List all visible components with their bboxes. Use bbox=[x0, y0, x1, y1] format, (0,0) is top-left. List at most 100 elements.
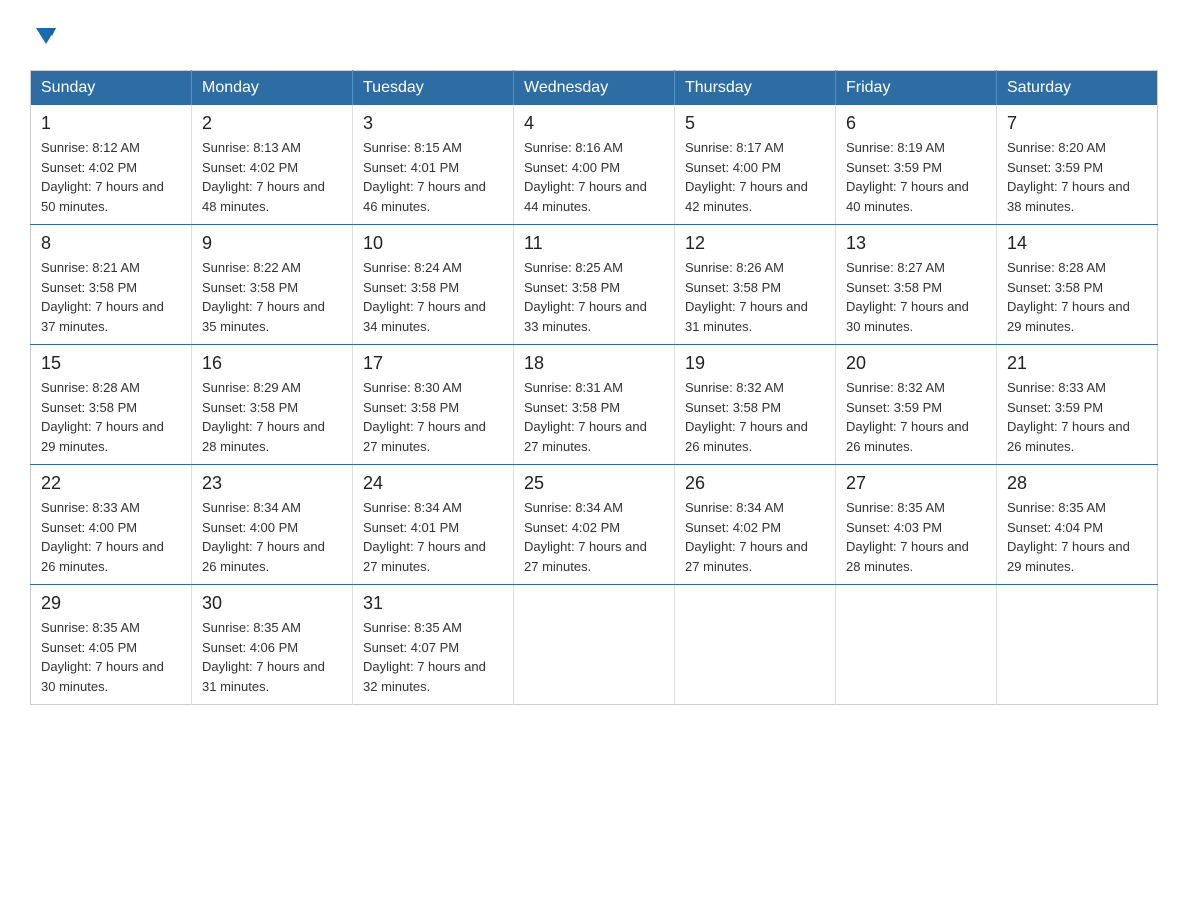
day-number: 20 bbox=[846, 353, 986, 374]
day-info: Sunrise: 8:34 AMSunset: 4:00 PMDaylight:… bbox=[202, 498, 342, 576]
day-info: Sunrise: 8:34 AMSunset: 4:01 PMDaylight:… bbox=[363, 498, 503, 576]
calendar-cell: 11 Sunrise: 8:25 AMSunset: 3:58 PMDaylig… bbox=[514, 225, 675, 345]
calendar-week-row: 8 Sunrise: 8:21 AMSunset: 3:58 PMDayligh… bbox=[31, 225, 1158, 345]
day-number: 22 bbox=[41, 473, 181, 494]
calendar-cell: 22 Sunrise: 8:33 AMSunset: 4:00 PMDaylig… bbox=[31, 465, 192, 585]
day-info: Sunrise: 8:32 AMSunset: 3:58 PMDaylight:… bbox=[685, 378, 825, 456]
calendar-cell bbox=[836, 585, 997, 705]
calendar-cell: 15 Sunrise: 8:28 AMSunset: 3:58 PMDaylig… bbox=[31, 345, 192, 465]
calendar-cell: 14 Sunrise: 8:28 AMSunset: 3:58 PMDaylig… bbox=[997, 225, 1158, 345]
calendar-cell: 8 Sunrise: 8:21 AMSunset: 3:58 PMDayligh… bbox=[31, 225, 192, 345]
column-header-wednesday: Wednesday bbox=[514, 71, 675, 106]
day-number: 3 bbox=[363, 113, 503, 134]
calendar-week-row: 29 Sunrise: 8:35 AMSunset: 4:05 PMDaylig… bbox=[31, 585, 1158, 705]
day-number: 7 bbox=[1007, 113, 1147, 134]
calendar-cell: 17 Sunrise: 8:30 AMSunset: 3:58 PMDaylig… bbox=[353, 345, 514, 465]
day-info: Sunrise: 8:35 AMSunset: 4:05 PMDaylight:… bbox=[41, 618, 181, 696]
calendar-cell: 1 Sunrise: 8:12 AMSunset: 4:02 PMDayligh… bbox=[31, 105, 192, 225]
calendar-cell: 6 Sunrise: 8:19 AMSunset: 3:59 PMDayligh… bbox=[836, 105, 997, 225]
day-info: Sunrise: 8:35 AMSunset: 4:07 PMDaylight:… bbox=[363, 618, 503, 696]
day-number: 27 bbox=[846, 473, 986, 494]
day-number: 23 bbox=[202, 473, 342, 494]
calendar-cell: 29 Sunrise: 8:35 AMSunset: 4:05 PMDaylig… bbox=[31, 585, 192, 705]
day-info: Sunrise: 8:35 AMSunset: 4:04 PMDaylight:… bbox=[1007, 498, 1147, 576]
day-number: 26 bbox=[685, 473, 825, 494]
day-info: Sunrise: 8:24 AMSunset: 3:58 PMDaylight:… bbox=[363, 258, 503, 336]
day-info: Sunrise: 8:22 AMSunset: 3:58 PMDaylight:… bbox=[202, 258, 342, 336]
day-info: Sunrise: 8:19 AMSunset: 3:59 PMDaylight:… bbox=[846, 138, 986, 216]
day-number: 11 bbox=[524, 233, 664, 254]
day-number: 14 bbox=[1007, 233, 1147, 254]
day-info: Sunrise: 8:21 AMSunset: 3:58 PMDaylight:… bbox=[41, 258, 181, 336]
calendar-cell: 2 Sunrise: 8:13 AMSunset: 4:02 PMDayligh… bbox=[192, 105, 353, 225]
calendar-cell bbox=[675, 585, 836, 705]
calendar-cell: 20 Sunrise: 8:32 AMSunset: 3:59 PMDaylig… bbox=[836, 345, 997, 465]
day-info: Sunrise: 8:12 AMSunset: 4:02 PMDaylight:… bbox=[41, 138, 181, 216]
calendar-cell: 25 Sunrise: 8:34 AMSunset: 4:02 PMDaylig… bbox=[514, 465, 675, 585]
day-number: 1 bbox=[41, 113, 181, 134]
calendar-cell: 18 Sunrise: 8:31 AMSunset: 3:58 PMDaylig… bbox=[514, 345, 675, 465]
day-number: 24 bbox=[363, 473, 503, 494]
calendar-cell: 10 Sunrise: 8:24 AMSunset: 3:58 PMDaylig… bbox=[353, 225, 514, 345]
calendar-cell: 26 Sunrise: 8:34 AMSunset: 4:02 PMDaylig… bbox=[675, 465, 836, 585]
day-info: Sunrise: 8:32 AMSunset: 3:59 PMDaylight:… bbox=[846, 378, 986, 456]
day-number: 5 bbox=[685, 113, 825, 134]
column-header-saturday: Saturday bbox=[997, 71, 1158, 106]
calendar-cell: 13 Sunrise: 8:27 AMSunset: 3:58 PMDaylig… bbox=[836, 225, 997, 345]
day-number: 10 bbox=[363, 233, 503, 254]
calendar-table: SundayMondayTuesdayWednesdayThursdayFrid… bbox=[30, 70, 1158, 705]
day-number: 29 bbox=[41, 593, 181, 614]
day-info: Sunrise: 8:27 AMSunset: 3:58 PMDaylight:… bbox=[846, 258, 986, 336]
day-info: Sunrise: 8:20 AMSunset: 3:59 PMDaylight:… bbox=[1007, 138, 1147, 216]
column-header-tuesday: Tuesday bbox=[353, 71, 514, 106]
day-number: 19 bbox=[685, 353, 825, 374]
day-number: 28 bbox=[1007, 473, 1147, 494]
day-info: Sunrise: 8:33 AMSunset: 4:00 PMDaylight:… bbox=[41, 498, 181, 576]
day-number: 25 bbox=[524, 473, 664, 494]
logo-triangle-icon bbox=[32, 22, 60, 50]
day-number: 12 bbox=[685, 233, 825, 254]
calendar-cell: 24 Sunrise: 8:34 AMSunset: 4:01 PMDaylig… bbox=[353, 465, 514, 585]
calendar-week-row: 1 Sunrise: 8:12 AMSunset: 4:02 PMDayligh… bbox=[31, 105, 1158, 225]
day-info: Sunrise: 8:16 AMSunset: 4:00 PMDaylight:… bbox=[524, 138, 664, 216]
calendar-cell: 23 Sunrise: 8:34 AMSunset: 4:00 PMDaylig… bbox=[192, 465, 353, 585]
day-info: Sunrise: 8:33 AMSunset: 3:59 PMDaylight:… bbox=[1007, 378, 1147, 456]
logo bbox=[30, 20, 60, 50]
day-number: 17 bbox=[363, 353, 503, 374]
calendar-week-row: 22 Sunrise: 8:33 AMSunset: 4:00 PMDaylig… bbox=[31, 465, 1158, 585]
column-header-thursday: Thursday bbox=[675, 71, 836, 106]
day-info: Sunrise: 8:34 AMSunset: 4:02 PMDaylight:… bbox=[524, 498, 664, 576]
calendar-cell: 27 Sunrise: 8:35 AMSunset: 4:03 PMDaylig… bbox=[836, 465, 997, 585]
day-number: 16 bbox=[202, 353, 342, 374]
day-info: Sunrise: 8:35 AMSunset: 4:06 PMDaylight:… bbox=[202, 618, 342, 696]
day-info: Sunrise: 8:29 AMSunset: 3:58 PMDaylight:… bbox=[202, 378, 342, 456]
day-info: Sunrise: 8:25 AMSunset: 3:58 PMDaylight:… bbox=[524, 258, 664, 336]
calendar-cell: 28 Sunrise: 8:35 AMSunset: 4:04 PMDaylig… bbox=[997, 465, 1158, 585]
calendar-cell: 30 Sunrise: 8:35 AMSunset: 4:06 PMDaylig… bbox=[192, 585, 353, 705]
day-number: 2 bbox=[202, 113, 342, 134]
page-header bbox=[30, 20, 1158, 50]
day-number: 13 bbox=[846, 233, 986, 254]
calendar-cell: 5 Sunrise: 8:17 AMSunset: 4:00 PMDayligh… bbox=[675, 105, 836, 225]
day-number: 8 bbox=[41, 233, 181, 254]
calendar-cell: 19 Sunrise: 8:32 AMSunset: 3:58 PMDaylig… bbox=[675, 345, 836, 465]
day-info: Sunrise: 8:34 AMSunset: 4:02 PMDaylight:… bbox=[685, 498, 825, 576]
calendar-cell bbox=[997, 585, 1158, 705]
calendar-cell: 12 Sunrise: 8:26 AMSunset: 3:58 PMDaylig… bbox=[675, 225, 836, 345]
calendar-cell: 4 Sunrise: 8:16 AMSunset: 4:00 PMDayligh… bbox=[514, 105, 675, 225]
day-info: Sunrise: 8:17 AMSunset: 4:00 PMDaylight:… bbox=[685, 138, 825, 216]
day-info: Sunrise: 8:13 AMSunset: 4:02 PMDaylight:… bbox=[202, 138, 342, 216]
day-number: 21 bbox=[1007, 353, 1147, 374]
day-number: 6 bbox=[846, 113, 986, 134]
day-info: Sunrise: 8:31 AMSunset: 3:58 PMDaylight:… bbox=[524, 378, 664, 456]
day-number: 9 bbox=[202, 233, 342, 254]
calendar-cell bbox=[514, 585, 675, 705]
calendar-cell: 31 Sunrise: 8:35 AMSunset: 4:07 PMDaylig… bbox=[353, 585, 514, 705]
day-number: 30 bbox=[202, 593, 342, 614]
column-header-friday: Friday bbox=[836, 71, 997, 106]
calendar-cell: 21 Sunrise: 8:33 AMSunset: 3:59 PMDaylig… bbox=[997, 345, 1158, 465]
calendar-cell: 16 Sunrise: 8:29 AMSunset: 3:58 PMDaylig… bbox=[192, 345, 353, 465]
day-number: 15 bbox=[41, 353, 181, 374]
calendar-cell: 9 Sunrise: 8:22 AMSunset: 3:58 PMDayligh… bbox=[192, 225, 353, 345]
column-header-sunday: Sunday bbox=[31, 71, 192, 106]
